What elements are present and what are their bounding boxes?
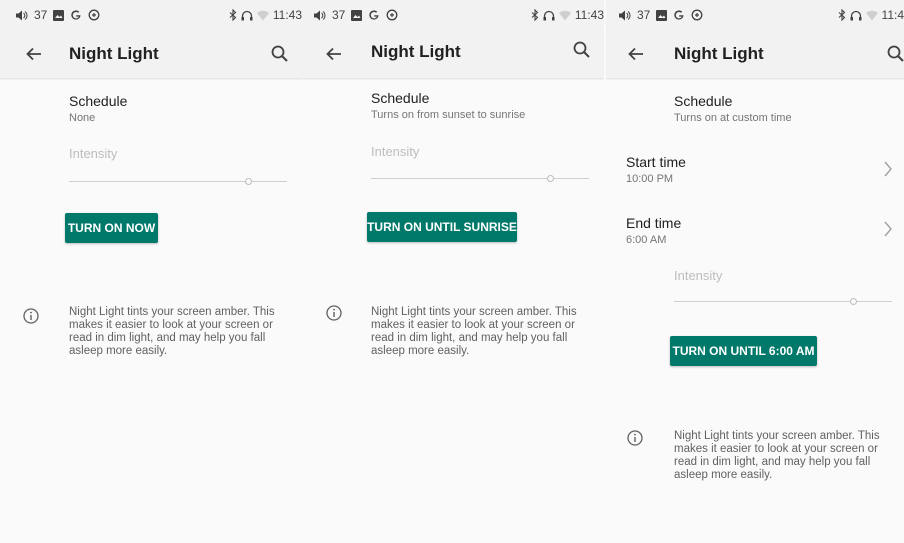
gallery-icon bbox=[656, 9, 668, 21]
slider-thumb[interactable] bbox=[849, 298, 857, 305]
back-arrow-icon[interactable] bbox=[624, 42, 648, 66]
bluetooth-icon bbox=[838, 9, 845, 21]
schedule-value: Turns on from sunset to sunrise bbox=[371, 109, 526, 121]
data-saver-icon bbox=[88, 9, 100, 21]
slider-track bbox=[674, 301, 892, 302]
intensity-slider[interactable] bbox=[69, 177, 287, 187]
start-time-setting[interactable]: Start time 10:00 PM bbox=[626, 154, 686, 187]
end-time-value: 6:00 AM bbox=[626, 234, 667, 246]
gallery-icon bbox=[351, 9, 363, 21]
intensity-slider[interactable] bbox=[674, 297, 892, 307]
intensity-label: Intensity bbox=[69, 146, 118, 161]
headset-icon bbox=[543, 10, 555, 20]
wifi-icon bbox=[558, 10, 571, 20]
schedule-value: Turns on at custom time bbox=[674, 112, 792, 124]
info-text: Night Light tints your screen amber. Thi… bbox=[371, 306, 577, 357]
schedule-setting[interactable]: Schedule None bbox=[69, 93, 127, 126]
info-text: Night Light tints your screen amber. Thi… bbox=[674, 430, 880, 481]
page-title: Night Light bbox=[674, 44, 764, 63]
search-icon[interactable] bbox=[268, 42, 292, 66]
end-time-setting[interactable]: End time 6:00 AM bbox=[626, 215, 681, 248]
page-title: Night Light bbox=[371, 42, 461, 61]
intensity-label: Intensity bbox=[674, 268, 723, 283]
chevron-right-icon[interactable] bbox=[882, 160, 894, 178]
app-bar: Night Light bbox=[0, 30, 302, 78]
info-icon bbox=[627, 430, 643, 446]
wifi-icon bbox=[865, 10, 878, 20]
google-icon bbox=[71, 10, 81, 20]
slider-track bbox=[69, 181, 287, 182]
app-bar: Night Light bbox=[606, 30, 904, 78]
chevron-right-icon[interactable] bbox=[882, 220, 894, 238]
start-time-value: 10:00 PM bbox=[626, 173, 674, 185]
volume-level: 37 bbox=[34, 8, 48, 22]
volume-icon bbox=[619, 10, 631, 20]
schedule-setting[interactable]: Schedule Turns on from sunset to sunrise bbox=[371, 90, 525, 123]
headset-icon bbox=[241, 10, 253, 20]
schedule-label: Schedule bbox=[69, 93, 128, 109]
status-bar: 37 11:43 bbox=[0, 0, 302, 30]
info-icon bbox=[23, 308, 39, 324]
back-arrow-icon[interactable] bbox=[322, 42, 346, 66]
data-saver-icon bbox=[386, 9, 398, 21]
google-icon bbox=[369, 10, 379, 20]
headset-icon bbox=[850, 10, 862, 20]
clock: 11:43 bbox=[574, 8, 604, 22]
slider-track bbox=[371, 178, 589, 179]
info-icon bbox=[326, 305, 342, 321]
slider-thumb[interactable] bbox=[244, 178, 252, 185]
clock: 11:43 bbox=[272, 8, 302, 22]
intensity-label: Intensity bbox=[371, 144, 420, 159]
search-icon[interactable] bbox=[570, 38, 594, 62]
volume-icon bbox=[314, 10, 326, 20]
google-icon bbox=[674, 10, 684, 20]
intensity-slider[interactable] bbox=[371, 174, 589, 184]
page-title: Night Light bbox=[69, 44, 159, 63]
status-bar: 37 11:43 bbox=[302, 0, 604, 30]
schedule-setting[interactable]: Schedule Turns on at custom time bbox=[674, 93, 792, 126]
slider-thumb[interactable] bbox=[546, 175, 554, 182]
clock: 11:4 bbox=[881, 8, 904, 22]
info-text: Night Light tints your screen amber. Thi… bbox=[69, 306, 275, 357]
status-bar: 37 11:4 bbox=[606, 0, 904, 30]
night-light-screen-1: 37 11:43 Night Light Schedule None Inten… bbox=[0, 0, 302, 543]
start-time-label: Start time bbox=[626, 154, 686, 170]
data-saver-icon bbox=[691, 9, 703, 21]
turn-on-until-6am-button[interactable]: TURN ON UNTIL 6:00 AM bbox=[670, 336, 817, 366]
night-light-screen-2: 37 11:43 Night Light Schedule Turns on f… bbox=[302, 0, 604, 543]
wifi-icon bbox=[256, 10, 269, 20]
bluetooth-icon bbox=[531, 9, 539, 21]
volume-level: 37 bbox=[332, 8, 346, 22]
volume-icon bbox=[16, 10, 28, 20]
volume-level: 37 bbox=[637, 8, 651, 22]
night-light-screen-3: 37 11:4 Night Light Schedule Turns on at… bbox=[606, 0, 904, 543]
bluetooth-icon bbox=[229, 9, 237, 21]
turn-on-now-button[interactable]: TURN ON NOW bbox=[65, 213, 158, 243]
search-icon[interactable] bbox=[884, 42, 904, 66]
back-arrow-icon[interactable] bbox=[22, 42, 46, 66]
schedule-label: Schedule bbox=[674, 93, 733, 109]
schedule-label: Schedule bbox=[371, 90, 430, 106]
gallery-icon bbox=[53, 9, 65, 21]
turn-on-until-sunrise-button[interactable]: TURN ON UNTIL SUNRISE bbox=[367, 212, 517, 242]
app-bar: Night Light bbox=[302, 30, 604, 78]
end-time-label: End time bbox=[626, 215, 682, 231]
schedule-value: None bbox=[69, 112, 96, 124]
